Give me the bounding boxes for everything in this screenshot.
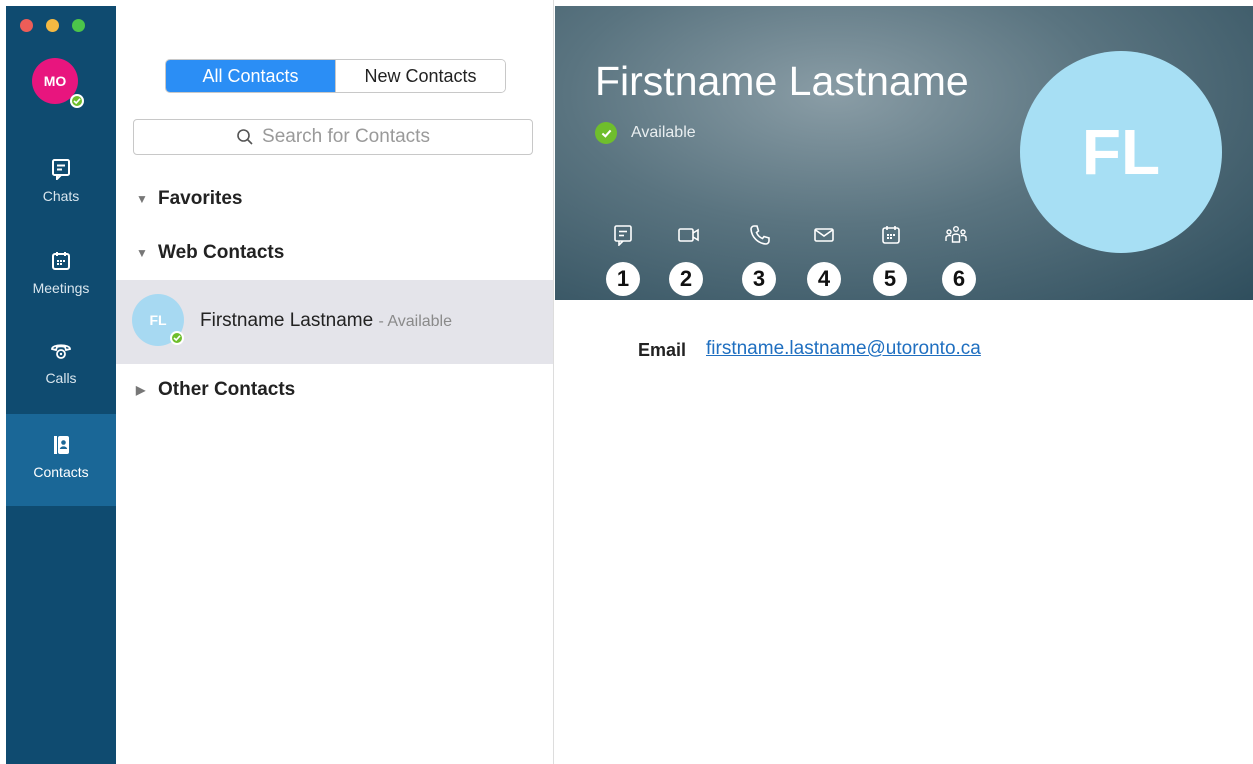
callout-badge-6: 6: [942, 262, 976, 296]
nav-label-calls: Calls: [45, 370, 77, 386]
group-label: Other Contacts: [158, 379, 296, 400]
tab-new-contacts[interactable]: New Contacts: [335, 60, 505, 92]
email-button[interactable]: [804, 224, 844, 246]
nav-item-meetings[interactable]: Meetings: [6, 250, 116, 296]
calendar-icon: [52, 252, 70, 270]
nav-item-calls[interactable]: Calls: [6, 340, 116, 386]
minimize-window-button[interactable]: [46, 19, 59, 32]
my-presence-icon: [70, 94, 84, 108]
callout-badge-5: 5: [873, 262, 907, 296]
email-link[interactable]: firstname.lastname@utoronto.ca: [706, 338, 981, 360]
contact-name: Firstname Lastname - Available: [200, 310, 452, 332]
contacts-filter-toggle: All Contacts New Contacts: [165, 59, 506, 93]
search-input[interactable]: Search for Contacts: [133, 119, 533, 155]
available-icon: [170, 331, 184, 345]
nav-label-contacts: Contacts: [33, 464, 89, 480]
contact-title: Firstname Lastname: [595, 58, 969, 104]
nav-item-chats[interactable]: Chats: [6, 158, 116, 204]
group-other-contacts[interactable]: ▶ Other Contacts: [136, 379, 295, 401]
zoom-window-button[interactable]: [72, 19, 85, 32]
search-icon: [237, 129, 253, 145]
audio-call-button[interactable]: [740, 224, 780, 246]
group-favorites[interactable]: ▼ Favorites: [136, 188, 242, 210]
presence-text: Available: [631, 124, 696, 141]
group-button[interactable]: [936, 224, 976, 246]
tab-all-contacts[interactable]: All Contacts: [166, 60, 335, 92]
group-label: Favorites: [158, 188, 243, 209]
contact-header: Firstname Lastname Available FL 1 2 3 4 …: [555, 6, 1253, 300]
nav-label-meetings: Meetings: [32, 280, 90, 296]
chat-icon: [614, 225, 632, 246]
group-web-contacts[interactable]: ▼ Web Contacts: [136, 242, 284, 264]
nav-rail: MO Chats Meetings Calls Contacts: [6, 6, 116, 764]
contact-status: - Available: [378, 313, 452, 330]
available-icon: [595, 122, 617, 144]
chat-icon: [52, 159, 70, 180]
contact-detail-pane: Firstname Lastname Available FL 1 2 3 4 …: [555, 0, 1253, 764]
caret-right-icon: ▶: [136, 383, 146, 397]
contact-name-text: Firstname Lastname: [200, 310, 374, 331]
email-label: Email: [638, 340, 687, 360]
calendar-icon: [882, 226, 900, 244]
nav-label-chats: Chats: [42, 188, 80, 204]
phone-icon: [51, 344, 71, 359]
schedule-meeting-button[interactable]: [871, 224, 911, 246]
video-icon: [678, 228, 699, 242]
close-window-button[interactable]: [20, 19, 33, 32]
search-placeholder: Search for Contacts: [262, 126, 430, 147]
chat-action-button[interactable]: [603, 224, 643, 246]
callout-badge-1: 1: [606, 262, 640, 296]
callout-badge-3: 3: [742, 262, 776, 296]
caret-down-icon: ▼: [136, 192, 148, 206]
caret-down-icon: ▼: [136, 246, 148, 260]
callout-badge-4: 4: [807, 262, 841, 296]
contact-row[interactable]: FL Firstname Lastname - Available: [116, 280, 553, 364]
group-label: Web Contacts: [158, 242, 285, 263]
app-window: MO Chats Meetings Calls Contacts All Con…: [0, 0, 1253, 764]
phone-icon: [750, 225, 770, 245]
contact-large-avatar: FL: [1020, 51, 1222, 253]
contact-presence: Available: [595, 122, 696, 144]
video-call-button[interactable]: [669, 224, 709, 246]
contacts-list-pane: All Contacts New Contacts Search for Con…: [116, 0, 554, 764]
nav-item-contacts[interactable]: Contacts: [6, 414, 116, 506]
contacts-icon: [54, 436, 69, 454]
people-icon: [945, 226, 967, 243]
mail-icon: [814, 228, 834, 242]
callout-badge-2: 2: [669, 262, 703, 296]
